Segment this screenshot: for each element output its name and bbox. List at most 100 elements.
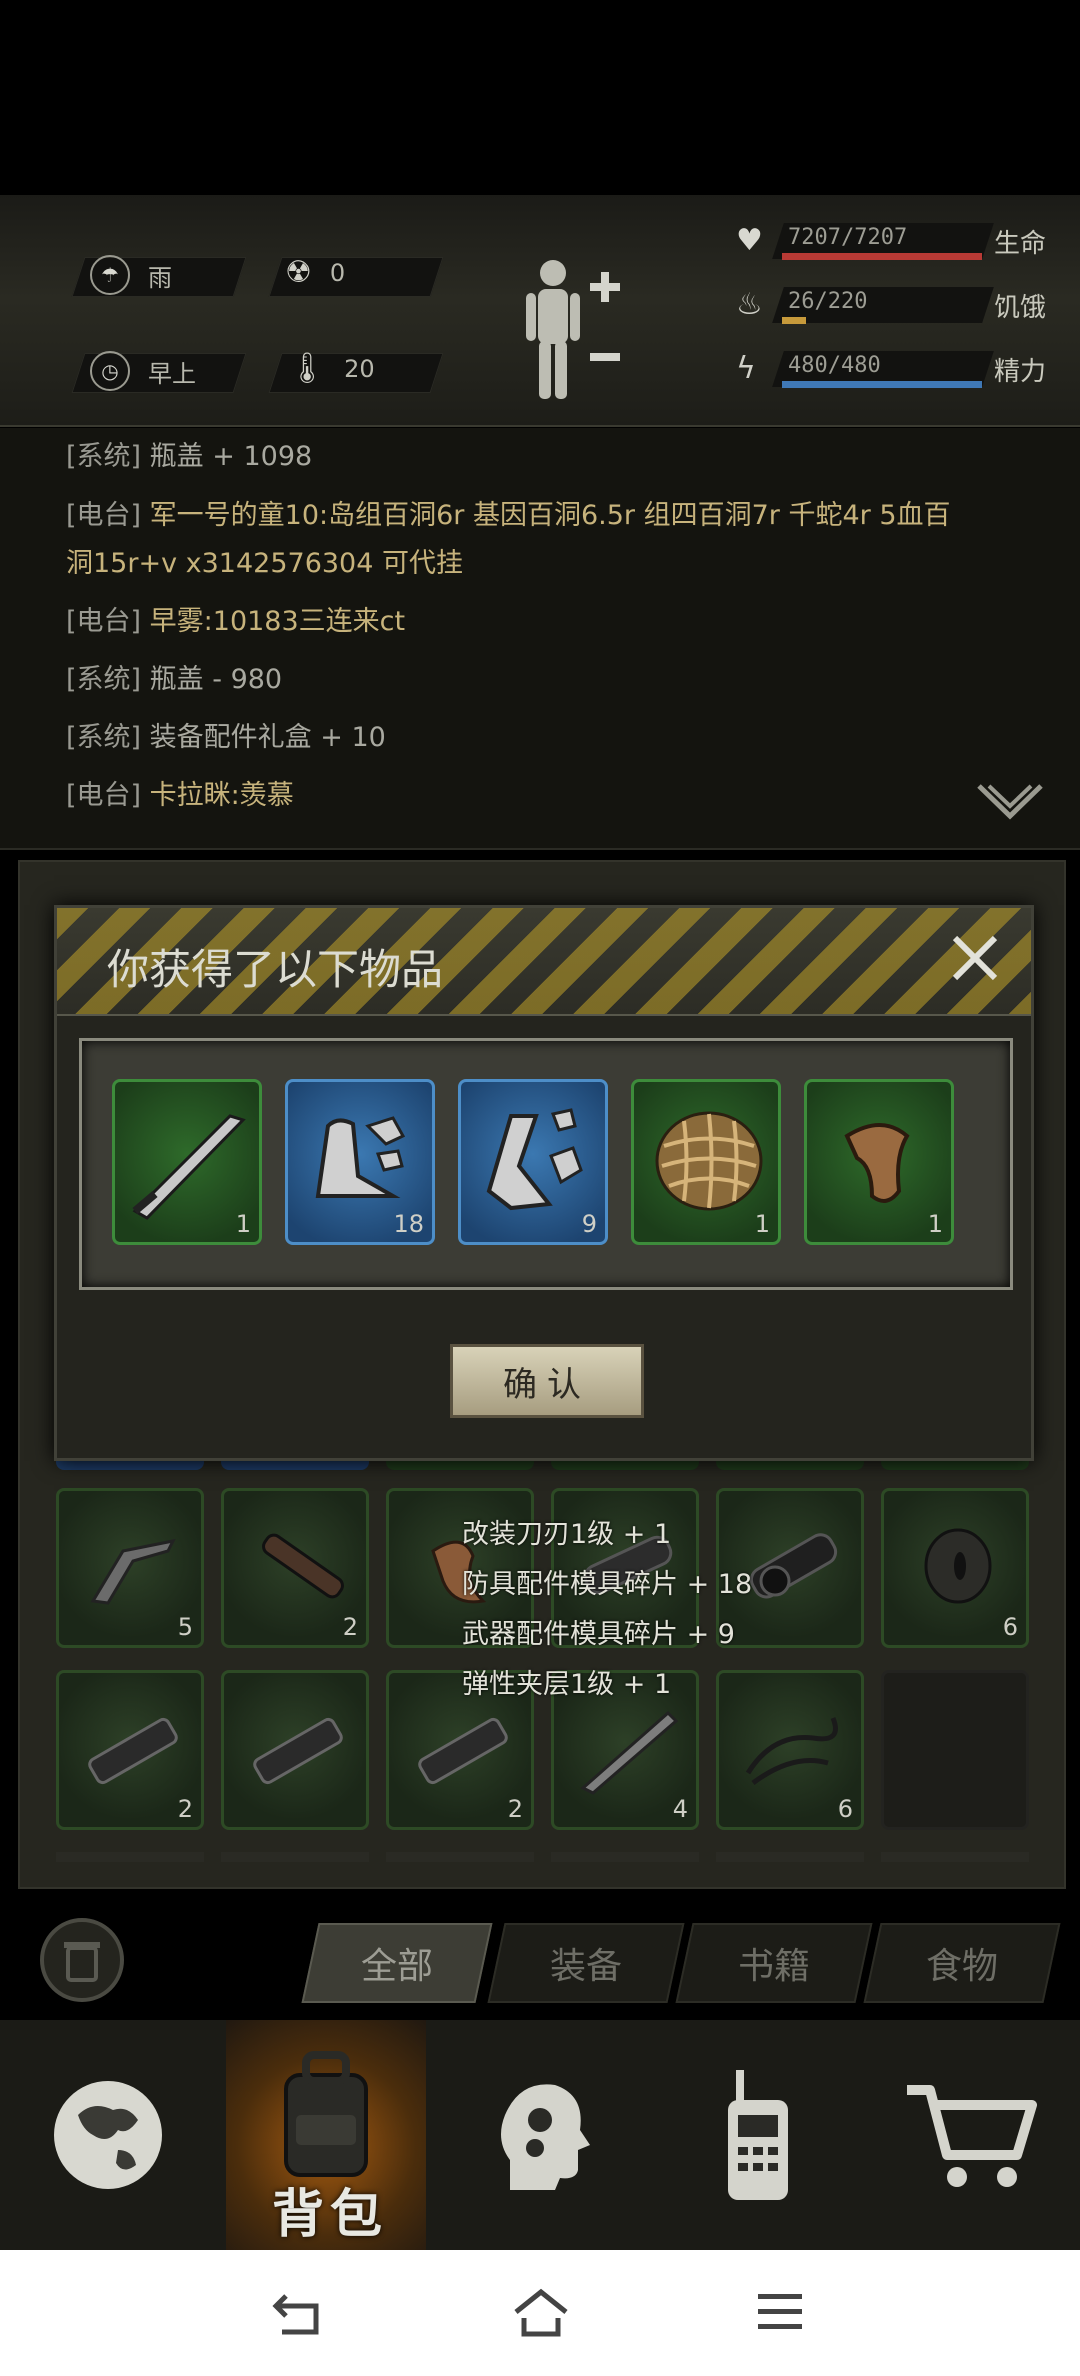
dialog-title: 你获得了以下物品 (107, 945, 444, 994)
health-stat: ♥ 7207/7207 生命 (718, 217, 1078, 277)
body-status-button[interactable] (518, 253, 628, 403)
inventory-slot[interactable] (221, 1670, 369, 1830)
reward-item[interactable]: 18 (285, 1079, 435, 1245)
reward-item[interactable]: 1 (631, 1079, 781, 1245)
item-count: 6 (837, 1795, 853, 1823)
reward-item[interactable]: 1 (804, 1079, 954, 1245)
energy-bar-fill (782, 381, 982, 388)
log-tag: [电台] (66, 780, 142, 811)
item-count: 18 (393, 1210, 424, 1238)
inventory-slot[interactable]: 2 (221, 1488, 369, 1648)
rain-cloud-icon: ☂ (90, 255, 130, 295)
log-tag: [电台] (66, 606, 142, 637)
item-count: 1 (927, 1210, 943, 1238)
confirm-button[interactable]: 确认 (450, 1344, 644, 1418)
mesh-layer-icon (655, 1111, 763, 1211)
temperature-value: 20 (344, 354, 375, 383)
hunger-stat: ♨ 26/220 饥饿 (718, 281, 1078, 341)
radiation-icon: ☢ (285, 255, 312, 290)
foregrip-icon (90, 1538, 176, 1605)
reward-tooltip-line: 改装刀刃1级 + 1 (462, 1519, 672, 1550)
log-speaker: 早雾 (149, 606, 204, 637)
reward-tooltip-line: 武器配件模具碎片 + 9 (462, 1619, 735, 1650)
radiation-readout: ☢ 0 (285, 255, 345, 290)
log-tag: [系统] (66, 664, 142, 695)
energy-value: 480/480 (788, 353, 881, 378)
inventory-slot-empty[interactable] (881, 1670, 1029, 1830)
log-line: [电台] 早雾:10183三连来ct (66, 599, 405, 645)
handle-icon (262, 1533, 344, 1599)
reward-dialog: 你获得了以下物品 1 18 9 1 1 确认 (54, 905, 1034, 1461)
time-readout: ◷ 早上 (90, 351, 196, 391)
weather-readout: ☂ 雨 (90, 255, 172, 295)
health-value: 7207/7207 (788, 225, 908, 250)
temperature-readout: 🌡 20 (288, 351, 375, 386)
muzzle-brake-icon (88, 1717, 178, 1785)
hunger-label: 饥饿 (994, 293, 1047, 323)
back-icon[interactable] (272, 2290, 324, 2338)
reward-item[interactable]: 1 (112, 1079, 262, 1245)
log-line: [电台] 军一号的童10:岛组百洞6r 基因百洞6.5r 组四百洞7r 千蛇4r… (66, 493, 951, 539)
rope-icon (745, 1717, 838, 1786)
grip-icon (844, 1123, 910, 1203)
item-count: 1 (754, 1210, 770, 1238)
discard-button[interactable] (40, 1918, 124, 2002)
walkie-talkie-icon (728, 2070, 788, 2200)
home-icon[interactable] (512, 2288, 570, 2338)
expand-log-chevron-icon[interactable] (975, 782, 1045, 822)
log-speaker: 卡拉眯 (149, 780, 231, 811)
tab-label: 食物 (925, 1946, 998, 1987)
thermometer-icon: 🌡 (288, 351, 327, 386)
nav-shop-button[interactable] (864, 2020, 1080, 2250)
human-figure-icon (526, 260, 620, 399)
tab-food[interactable]: 食物 (863, 1923, 1061, 2003)
log-text: :羡慕 (230, 780, 294, 811)
bottom-nav (0, 2020, 1080, 2250)
log-line: [电台] 卡拉眯:羡慕 (66, 773, 294, 819)
tab-equipment[interactable]: 装备 (487, 1923, 685, 2003)
item-count: 2 (342, 1613, 358, 1641)
nav-skills-button[interactable] (432, 2020, 648, 2250)
item-count: 2 (177, 1795, 193, 1823)
close-icon[interactable] (947, 930, 1003, 986)
inventory-slot[interactable]: 2 (56, 1670, 204, 1830)
log-text: :10183三连来ct (203, 606, 406, 637)
menu-icon[interactable] (756, 2292, 804, 2332)
washer-icon (924, 1528, 992, 1604)
energy-stat: ϟ 480/480 精力 (718, 345, 1078, 405)
health-bar-fill (782, 253, 982, 260)
tab-label: 全部 (360, 1946, 433, 1987)
blade-icon (132, 1114, 246, 1220)
log-tag: [系统] (66, 441, 142, 472)
tab-all[interactable]: 全部 (301, 1923, 493, 2003)
item-count: 2 (507, 1795, 523, 1823)
weather-label: 雨 (148, 263, 172, 292)
inventory-slot[interactable]: 5 (56, 1488, 204, 1648)
log-text: 瓶盖 + 1098 (149, 441, 313, 472)
log-line: 洞15r+v x3142576304 可代挂 (66, 541, 463, 587)
reward-tooltip-line: 防具配件模具碎片 + 18 (462, 1569, 753, 1600)
nav-world-button[interactable] (0, 2020, 216, 2250)
log-line: [系统] 瓶盖 + 1098 (66, 434, 312, 480)
reward-item[interactable]: 9 (458, 1079, 608, 1245)
item-count: 1 (235, 1210, 251, 1238)
inventory-slot[interactable]: 6 (716, 1670, 864, 1830)
log-text: :岛组百洞6r 基因百洞6.5r 组四百洞7r 千蛇4r 5血百 (319, 500, 951, 531)
tab-label: 书籍 (737, 1946, 810, 1987)
item-count: 6 (1002, 1613, 1018, 1641)
energy-label: 精力 (994, 357, 1047, 387)
nav-radio-button[interactable] (650, 2020, 866, 2250)
heart-icon: ♥ (736, 223, 763, 258)
hunger-value: 26/220 (788, 289, 868, 314)
armor-mold-fragment-icon (315, 1116, 406, 1198)
reward-items-tray: 1 18 9 1 1 (79, 1038, 1013, 1290)
globe-icon (54, 2081, 162, 2189)
blade-icon (580, 1710, 679, 1795)
trash-icon (64, 1942, 100, 1982)
log-line: [系统] 瓶盖 - 980 (66, 657, 282, 703)
muzzle-brake-icon (253, 1717, 343, 1785)
inventory-slot[interactable]: 6 (881, 1488, 1029, 1648)
time-label: 早上 (148, 359, 196, 388)
log-tag: [系统] (66, 722, 142, 753)
tab-books[interactable]: 书籍 (675, 1923, 873, 2003)
